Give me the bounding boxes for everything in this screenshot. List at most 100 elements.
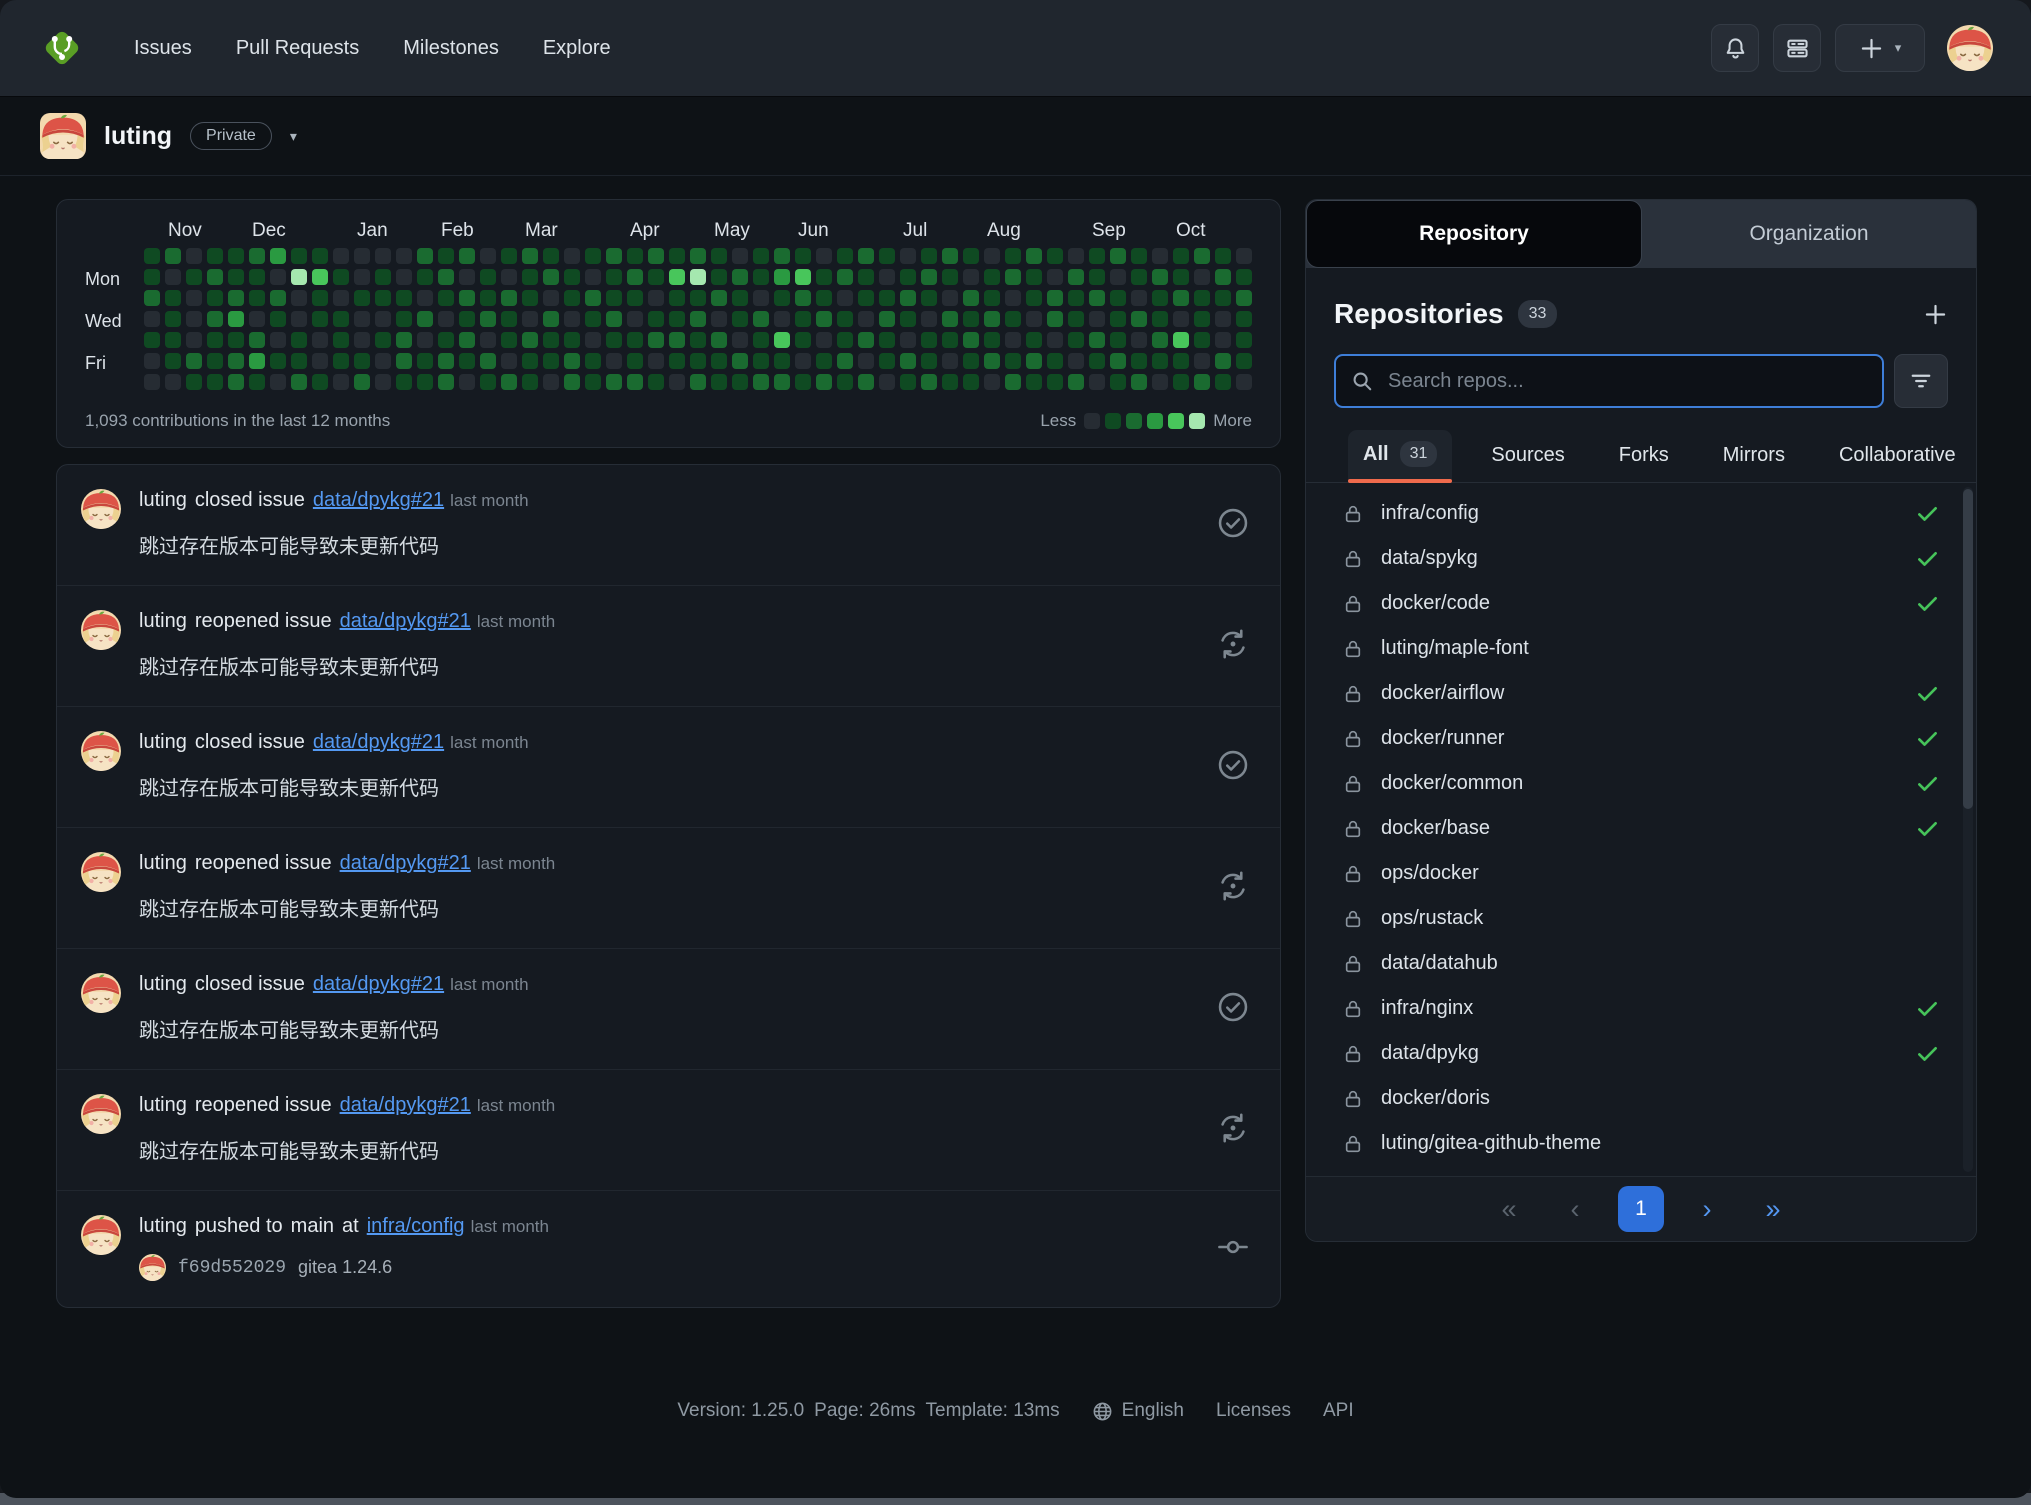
heatmap-cell [1194, 311, 1210, 327]
heatmap-cell [921, 290, 937, 306]
heatmap-month-label: Aug [987, 220, 1021, 242]
heatmap-cell [774, 290, 790, 306]
repo-list-item[interactable]: data/datahub [1306, 941, 1976, 986]
page-1-button[interactable]: 1 [1618, 1186, 1664, 1232]
feed-actor-avatar[interactable] [81, 731, 121, 771]
heatmap-cell [774, 248, 790, 264]
feed-item-text: lutingreopened issuedata/dpykg#21last mo… [139, 610, 555, 680]
heatmap-cell [774, 269, 790, 285]
heatmap-cell [1173, 290, 1189, 306]
heatmap-cell [1131, 248, 1147, 264]
heatmap-cell [1152, 269, 1168, 285]
heatmap-cell [732, 332, 748, 348]
feed-actor[interactable]: luting [139, 1094, 187, 1116]
profile-avatar[interactable] [40, 113, 86, 159]
feed-action: reopened issue [195, 852, 332, 874]
filter-tab-all[interactable]: All31 [1348, 430, 1452, 482]
heatmap-cell [669, 248, 685, 264]
repo-list-item[interactable]: docker/airflow [1306, 671, 1976, 716]
feed-repo-link[interactable]: data/dpykg#21 [340, 610, 471, 632]
repo-list-item[interactable]: infra/config [1306, 491, 1976, 536]
repo-list-scrollbar-thumb[interactable] [1963, 489, 1973, 809]
user-avatar[interactable] [1947, 25, 1993, 71]
repo-list-item[interactable]: docker/code [1306, 581, 1976, 626]
create-new-button[interactable]: ▾ [1835, 24, 1925, 72]
language-label: English [1122, 1400, 1184, 1422]
last-page-button[interactable]: » [1750, 1186, 1796, 1232]
admin-panel-button[interactable] [1773, 24, 1821, 72]
heatmap-cell [648, 353, 664, 369]
heatmap-day-label: Mon [85, 269, 144, 290]
next-page-button[interactable]: › [1684, 1186, 1730, 1232]
heatmap-cell [1215, 353, 1231, 369]
filter-tab-mirrors[interactable]: Mirrors [1708, 433, 1800, 482]
feed-actor[interactable]: luting [139, 852, 187, 874]
add-repo-button[interactable] [1923, 302, 1948, 327]
nav-item-pull-requests[interactable]: Pull Requests [236, 37, 359, 60]
feed-repo-link[interactable]: data/dpykg#21 [313, 731, 444, 753]
gitea-logo-icon[interactable] [38, 24, 86, 72]
repo-filter-button[interactable] [1894, 354, 1948, 408]
feed-repo-link[interactable]: data/dpykg#21 [313, 489, 444, 511]
language-selector[interactable]: English [1092, 1400, 1184, 1422]
repo-list-item[interactable]: luting/gitea-github-theme [1306, 1121, 1976, 1166]
heatmap-cell [1152, 332, 1168, 348]
heatmap-cell [816, 353, 832, 369]
lock-icon [1342, 953, 1364, 975]
feed-actor-avatar[interactable] [81, 1094, 121, 1134]
heatmap-cell [186, 332, 202, 348]
repo-list-item[interactable]: data/spykg [1306, 536, 1976, 581]
feed-actor[interactable]: luting [139, 973, 187, 995]
licenses-link[interactable]: Licenses [1216, 1400, 1291, 1422]
feed-actor-avatar[interactable] [81, 610, 121, 650]
heatmap-cell [144, 353, 160, 369]
heatmap-cell [207, 269, 223, 285]
feed-item-content: lutingreopened issuedata/dpykg#21last mo… [81, 1070, 555, 1190]
feed-actor[interactable]: luting [139, 610, 187, 632]
repo-list-item[interactable]: docker/base [1306, 806, 1976, 851]
feed-actor-avatar[interactable] [81, 1215, 121, 1255]
feed-repo-link[interactable]: data/dpykg#21 [313, 973, 444, 995]
nav-item-issues[interactable]: Issues [134, 37, 192, 60]
repo-list-item[interactable]: ops/docker [1306, 851, 1976, 896]
right-column: Repository Organization Repositories 33 [1305, 199, 1977, 1242]
heatmap-cell [1152, 374, 1168, 390]
repo-search-input[interactable] [1386, 369, 1867, 394]
heatmap-month-label: May [714, 220, 750, 242]
filter-tab-forks[interactable]: Forks [1604, 433, 1684, 482]
repo-search-row [1306, 354, 1976, 408]
feed-actor[interactable]: luting [139, 489, 187, 511]
filter-tab-sources[interactable]: Sources [1476, 433, 1579, 482]
heatmap-cell [606, 374, 622, 390]
feed-actor-avatar[interactable] [81, 852, 121, 892]
notifications-button[interactable] [1711, 24, 1759, 72]
heatmap-cell [879, 332, 895, 348]
repo-list-item[interactable]: infra/nginx [1306, 986, 1976, 1031]
nav-item-milestones[interactable]: Milestones [403, 37, 499, 60]
repo-list-item[interactable]: docker/runner [1306, 716, 1976, 761]
filter-tab-collaborative[interactable]: Collaborative [1824, 433, 1971, 482]
feed-actor[interactable]: luting [139, 731, 187, 753]
feed-item-text: lutingclosed issuedata/dpykg#21last mont… [139, 973, 529, 1043]
feed-actor-avatar[interactable] [81, 973, 121, 1013]
heatmap-cell [669, 353, 685, 369]
profile-chevron-down-icon[interactable]: ▾ [290, 128, 297, 145]
tab-repository[interactable]: Repository [1306, 200, 1642, 268]
api-link[interactable]: API [1323, 1400, 1354, 1422]
feed-actor-avatar[interactable] [81, 489, 121, 529]
filter-tab-label: Sources [1491, 444, 1564, 467]
commit-sha-link[interactable]: f69d552029 [178, 1258, 286, 1278]
feed-repo-link[interactable]: data/dpykg#21 [340, 1094, 471, 1116]
repo-list-item[interactable]: docker/common [1306, 761, 1976, 806]
repo-list-item[interactable]: ops/rustack [1306, 896, 1976, 941]
first-page-button: « [1486, 1186, 1532, 1232]
feed-repo-link[interactable]: data/dpykg#21 [340, 852, 471, 874]
repo-list-item[interactable]: data/dpykg [1306, 1031, 1976, 1076]
nav-item-explore[interactable]: Explore [543, 37, 611, 60]
tab-organization[interactable]: Organization [1642, 200, 1976, 268]
heatmap-cell [1047, 353, 1063, 369]
feed-actor[interactable]: luting [139, 1215, 187, 1237]
repo-list-item[interactable]: luting/maple-font [1306, 626, 1976, 671]
feed-repo-link[interactable]: infra/config [367, 1215, 465, 1237]
repo-list-item[interactable]: docker/doris [1306, 1076, 1976, 1121]
